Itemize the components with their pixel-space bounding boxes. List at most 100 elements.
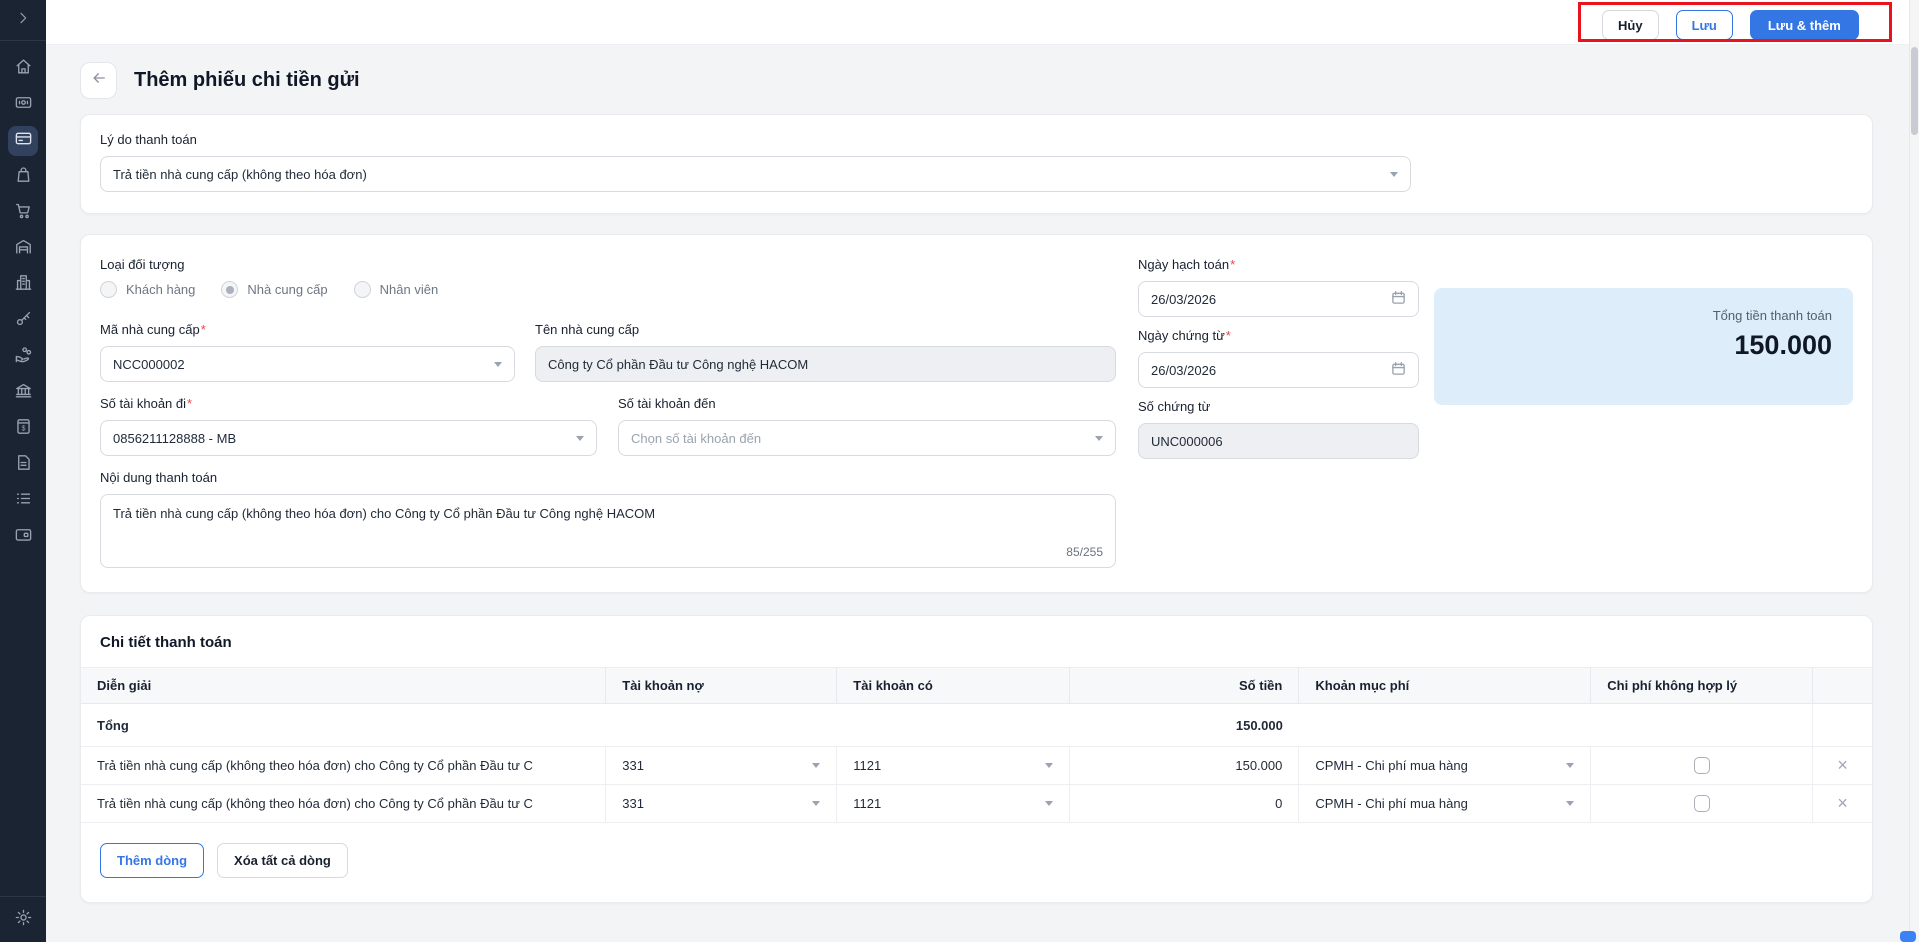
account-from-select[interactable]: 0856211128888 - MB [100, 420, 597, 456]
sidebar-item-bank-active[interactable] [8, 126, 38, 156]
supplier-code-field: Mã nhà cung cấp* NCC000002 [100, 322, 515, 382]
row-credit-select[interactable]: 1121 [853, 758, 1054, 773]
chevron-down-icon [1045, 801, 1054, 806]
required-mark: * [1230, 257, 1236, 272]
row-debit-select[interactable]: 331 [622, 796, 821, 811]
row-fee-value: CPMH - Chi phí mua hàng [1315, 796, 1468, 811]
topbar-actions: Hủy Lưu Lưu & thêm [1602, 10, 1859, 40]
sidebar-item-company[interactable] [8, 270, 38, 300]
table-actions: Thêm dòng Xóa tất cả dòng [100, 843, 1872, 878]
supplier-code-select[interactable]: NCC000002 [100, 346, 515, 382]
document-date-input[interactable]: 26/03/2026 [1138, 352, 1419, 388]
account-from-value: 0856211128888 - MB [113, 430, 237, 446]
scrollbar-thumb[interactable] [1911, 47, 1918, 135]
save-and-add-button[interactable]: Lưu & thêm [1749, 10, 1859, 40]
row-credit-select[interactable]: 1121 [853, 796, 1054, 811]
document-number-input: UNC000006 [1138, 423, 1419, 459]
object-type-radios: Khách hàng Nhà cung cấp Nhân viên [100, 281, 1116, 298]
chevron-down-icon [812, 801, 821, 806]
reason-select[interactable]: Trả tiền nhà cung cấp (không theo hóa đơ… [100, 156, 1411, 192]
sidebar-item-invoices[interactable]: $ [8, 414, 38, 444]
document-date-field: Ngày chứng từ* 26/03/2026 [1138, 328, 1419, 388]
supplier-code-value: NCC000002 [113, 356, 185, 372]
supplier-name-label: Tên nhà cung cấp [535, 322, 640, 337]
sidebar-item-tools[interactable] [8, 306, 38, 336]
calendar-icon [1391, 290, 1406, 308]
header-invalid-expense: Chi phí không hợp lý [1590, 667, 1814, 704]
payment-content-textarea[interactable]: Trả tiền nhà cung cấp (không theo hóa đơ… [100, 494, 1116, 568]
radio-circle-checked [221, 281, 239, 298]
save-button[interactable]: Lưu [1675, 10, 1733, 40]
reason-select-value: Trả tiền nhà cung cấp (không theo hóa đơ… [113, 166, 367, 182]
sidebar-item-categories[interactable] [8, 486, 38, 516]
sidebar-item-wallet[interactable] [8, 522, 38, 552]
floating-widget-edge[interactable] [1900, 931, 1916, 942]
chevron-down-icon [494, 361, 502, 367]
table-total-row: Tổng 150.000 [81, 703, 1872, 747]
details-card: Chi tiết thanh toán Diễn giải Tài khoản … [80, 615, 1873, 903]
account-from-label: Số tài khoản đi* [100, 396, 193, 411]
key-icon [14, 309, 33, 333]
invalid-expense-checkbox[interactable] [1693, 795, 1710, 812]
info-right-column: Ngày hạch toán* 26/03/2026 Ngày chứng từ… [1138, 257, 1853, 568]
radio-customer[interactable]: Khách hàng [100, 281, 195, 298]
object-type-label: Loại đối tượng [100, 257, 185, 272]
page-header: Thêm phiếu chi tiền gửi [80, 60, 1873, 100]
add-row-button[interactable]: Thêm dòng [100, 843, 205, 878]
sidebar: $ [0, 0, 46, 942]
info-card: Loại đối tượng Khách hàng Nhà cung cấp N… [80, 234, 1873, 593]
row-fee-select[interactable]: CPMH - Chi phí mua hàng [1315, 758, 1575, 773]
delete-row-button[interactable]: × [1812, 784, 1872, 823]
bank-icon [14, 381, 33, 405]
chevron-right-icon [15, 10, 31, 31]
radio-supplier[interactable]: Nhà cung cấp [221, 281, 328, 298]
supplier-code-label: Mã nhà cung cấp* [100, 322, 206, 337]
radio-employee[interactable]: Nhân viên [353, 281, 438, 298]
chevron-down-icon [1095, 435, 1103, 441]
row-debit-select[interactable]: 331 [622, 758, 821, 773]
document-number-field: Số chứng từ UNC000006 [1138, 399, 1419, 459]
chevron-down-icon [1045, 763, 1054, 768]
total-row-amount: 150.000 [1069, 703, 1299, 747]
required-mark: * [200, 322, 206, 337]
sidebar-item-sales[interactable] [8, 162, 38, 192]
chevron-down-icon [1566, 801, 1575, 806]
sidebar-item-purchase[interactable] [8, 198, 38, 228]
reason-label: Lý do thanh toán [100, 132, 197, 147]
row-amount[interactable]: 0 [1069, 784, 1300, 823]
chevron-down-icon [1566, 763, 1575, 768]
sidebar-item-loans[interactable] [8, 342, 38, 372]
sidebar-expand-button[interactable] [0, 0, 46, 41]
row-debit-value: 331 [622, 796, 644, 811]
supplier-name-field: Tên nhà cung cấp Công ty Cổ phần Đầu tư … [535, 322, 1116, 382]
sidebar-item-documents[interactable] [8, 450, 38, 480]
row-amount[interactable]: 150.000 [1069, 746, 1300, 785]
shopping-cart-icon [14, 201, 33, 225]
required-mark: * [1225, 328, 1231, 343]
row-fee-select[interactable]: CPMH - Chi phí mua hàng [1315, 796, 1575, 811]
account-to-select[interactable]: Chọn số tài khoản đến [618, 420, 1116, 456]
sidebar-item-warehouse[interactable] [8, 234, 38, 264]
invalid-expense-checkbox[interactable] [1693, 757, 1710, 774]
document-date-label: Ngày chứng từ* [1138, 328, 1231, 343]
payment-content-field: Nội dung thanh toán Trả tiền nhà cung cấ… [100, 470, 1116, 568]
supplier-name-input: Công ty Cổ phần Đầu tư Công nghệ HACOM [535, 346, 1116, 382]
sidebar-item-cashier[interactable] [8, 90, 38, 120]
chevron-down-icon [576, 435, 584, 441]
header-description: Diễn giải [81, 667, 607, 704]
cancel-button[interactable]: Hủy [1602, 10, 1659, 40]
vertical-scrollbar[interactable] [1909, 0, 1919, 942]
posting-date-value: 26/03/2026 [1151, 291, 1217, 307]
details-title: Chi tiết thanh toán [100, 634, 232, 651]
sidebar-settings[interactable] [0, 896, 46, 942]
list-icon [14, 489, 33, 513]
sidebar-item-home[interactable] [8, 54, 38, 84]
invoice-dollar-icon: $ [14, 417, 33, 441]
topbar: Hủy Lưu Lưu & thêm [46, 0, 1919, 45]
back-button[interactable] [80, 61, 117, 99]
sidebar-item-bank-accounts[interactable] [8, 378, 38, 408]
delete-row-button[interactable]: × [1812, 746, 1872, 785]
row-debit-value: 331 [622, 758, 644, 773]
delete-all-rows-button[interactable]: Xóa tất cả dòng [217, 843, 348, 878]
posting-date-input[interactable]: 26/03/2026 [1138, 281, 1419, 317]
